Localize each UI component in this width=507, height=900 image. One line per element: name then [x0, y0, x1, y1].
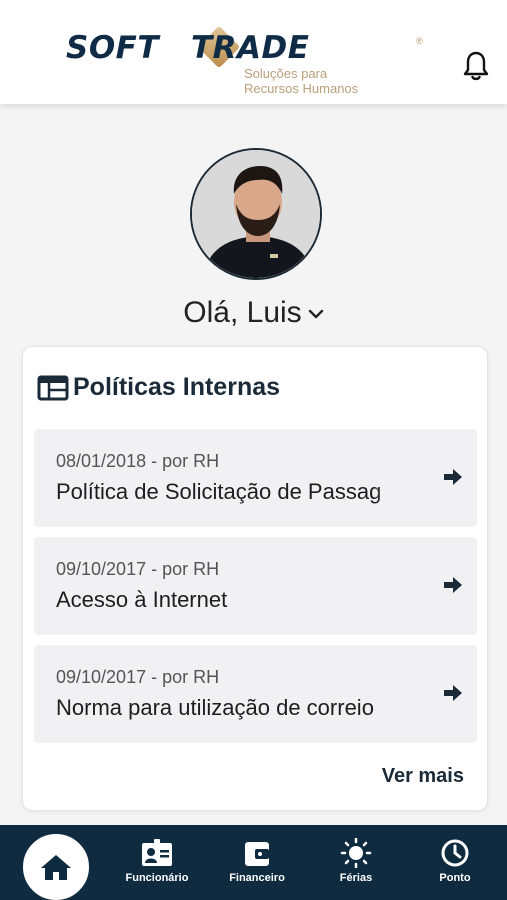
- clock-icon: [441, 839, 469, 867]
- nav-item-funcionario[interactable]: Funcionário: [112, 838, 202, 884]
- policy-item[interactable]: 08/01/2018 - por RH Política de Solicita…: [34, 429, 477, 527]
- arrow-right-icon[interactable]: [442, 575, 464, 595]
- policy-meta: 08/01/2018 - por RH: [56, 451, 220, 471]
- home-icon: [41, 855, 71, 880]
- sun-icon: [340, 838, 372, 868]
- policies-title: Políticas Internas: [37, 373, 280, 402]
- arrow-right-icon[interactable]: [442, 467, 464, 487]
- nav-label: Funcionário: [125, 872, 189, 884]
- greeting[interactable]: Olá, Luis: [0, 296, 507, 330]
- policies-title-text: Políticas Internas: [73, 373, 281, 401]
- nav-item-financeiro[interactable]: Financeiro: [212, 838, 302, 884]
- logo-text-soft: SOFT: [66, 30, 160, 66]
- nav-item-ferias[interactable]: Férias: [311, 838, 401, 884]
- nav-label: Férias: [339, 872, 373, 884]
- id-card-icon: [142, 839, 172, 866]
- calendar-grid-icon: [37, 375, 69, 400]
- logo-tagline: Soluções para Recursos Humanos: [244, 66, 359, 96]
- logo-text-trade: TRADE: [191, 30, 310, 66]
- chevron-down-icon: [308, 309, 323, 319]
- policy-item[interactable]: 09/10/2017 - por RH Norma para utilizaçã…: [34, 645, 477, 743]
- policy-title: Acesso à Internet: [56, 587, 228, 612]
- app-header: SOFT TRADE ® Soluções para Recursos Human…: [0, 0, 507, 104]
- policy-item[interactable]: 09/10/2017 - por RH Acesso à Internet: [34, 537, 477, 635]
- see-more-link[interactable]: Ver mais: [382, 765, 464, 788]
- wallet-icon: [245, 842, 269, 866]
- policy-title: Política de Solicitação de Passag: [56, 479, 382, 504]
- bell-icon[interactable]: [462, 50, 490, 82]
- arrow-right-icon[interactable]: [442, 683, 464, 703]
- nav-item-ponto[interactable]: Ponto: [410, 838, 500, 884]
- home-button[interactable]: [20, 831, 92, 900]
- nav-label: Financeiro: [229, 872, 285, 884]
- greeting-text: Olá, Luis: [183, 296, 302, 329]
- user-avatar[interactable]: [190, 148, 322, 280]
- logo-registered-mark: ®: [416, 36, 423, 46]
- nav-label: Ponto: [439, 872, 471, 884]
- policy-meta: 09/10/2017 - por RH: [56, 667, 220, 687]
- policy-meta: 09/10/2017 - por RH: [56, 559, 220, 579]
- avatar-photo: [192, 150, 320, 278]
- policy-title: Norma para utilização de correio: [56, 695, 374, 720]
- policies-card: Políticas Internas 08/01/2018 - por RH P…: [22, 346, 488, 811]
- softtrade-logo: SOFT TRADE ® Soluções para Recursos Human…: [66, 25, 428, 100]
